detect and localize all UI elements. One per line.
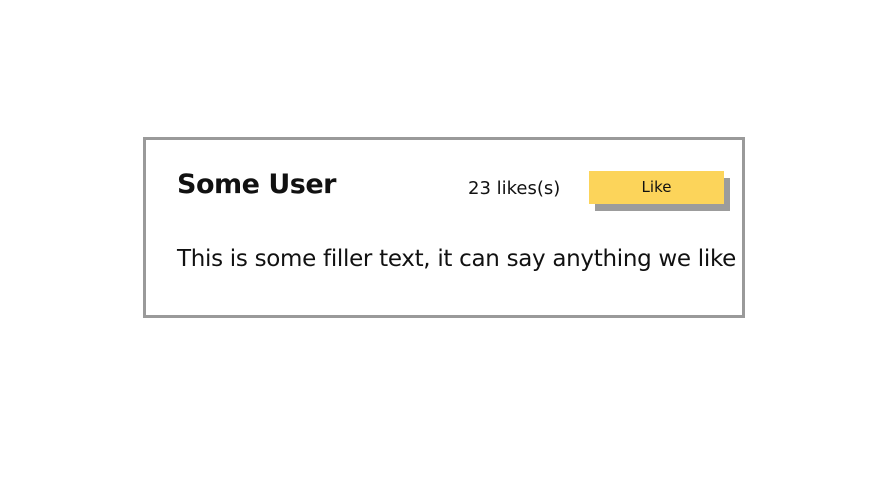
username-heading: Some User xyxy=(177,169,336,200)
post-body-text: This is some filler text, it can say any… xyxy=(177,246,737,272)
like-button-container: Like xyxy=(589,171,730,211)
post-card: Some User 23 likes(s) Like This is some … xyxy=(143,137,745,318)
likes-count: 23 likes(s) xyxy=(468,178,561,199)
like-button[interactable]: Like xyxy=(589,171,724,204)
